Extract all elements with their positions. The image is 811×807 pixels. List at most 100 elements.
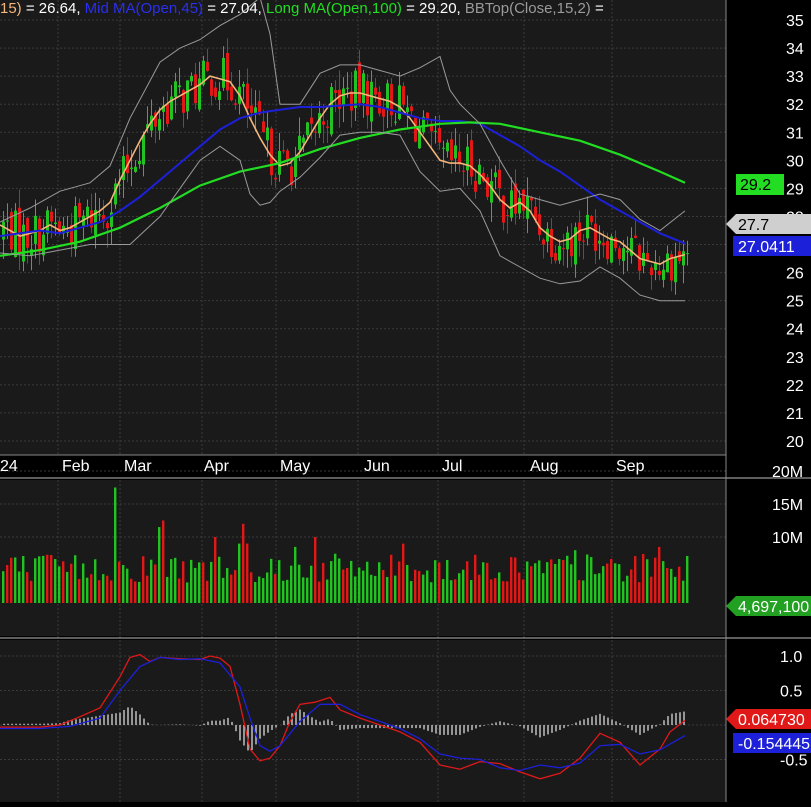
volume-bar bbox=[574, 550, 577, 603]
volume-bar bbox=[434, 560, 437, 603]
candle-body bbox=[6, 220, 9, 222]
candle-body bbox=[438, 128, 441, 143]
price-axis-label: 31 bbox=[786, 125, 804, 142]
volume-bar bbox=[226, 568, 229, 603]
candle-body bbox=[130, 167, 133, 170]
candle-body bbox=[330, 87, 333, 135]
volume-bar bbox=[682, 580, 685, 603]
mid-ma-label: Mid MA(Open,45) bbox=[84, 0, 204, 17]
long-ma-tag: 29.2 bbox=[736, 174, 784, 195]
macd-panel[interactable] bbox=[0, 640, 726, 802]
indicator-legend: 15) = 26.64, Mid MA(Open,45) = 27.04, Lo… bbox=[0, 0, 726, 18]
candle-body bbox=[194, 74, 197, 104]
volume-bar bbox=[26, 572, 29, 603]
candle-body bbox=[662, 269, 665, 280]
volume-bar bbox=[670, 568, 673, 603]
candle-body bbox=[314, 131, 317, 133]
volume-bar bbox=[230, 574, 233, 603]
volume-bar bbox=[94, 559, 97, 603]
candle-body bbox=[634, 235, 637, 238]
candle-body bbox=[106, 223, 109, 229]
candle-body bbox=[510, 190, 513, 218]
volume-bar bbox=[666, 568, 669, 603]
volume-bar bbox=[618, 564, 621, 603]
volume-bar bbox=[542, 573, 545, 603]
svg-text:-0.154445: -0.154445 bbox=[738, 736, 810, 753]
volume-bar bbox=[546, 562, 549, 603]
candle-body bbox=[582, 240, 585, 242]
volume-bar bbox=[282, 580, 285, 603]
volume-bar bbox=[22, 556, 25, 603]
candle-body bbox=[502, 195, 505, 223]
mid-ma-tag: 27.0411 bbox=[733, 236, 811, 256]
candle-body bbox=[626, 250, 629, 253]
volume-bar bbox=[594, 574, 597, 603]
candle-body bbox=[394, 121, 397, 123]
candle-body bbox=[622, 248, 625, 261]
candle-body bbox=[562, 248, 565, 250]
candle-body bbox=[358, 62, 361, 104]
candle-body bbox=[302, 137, 305, 143]
date-axis-label: Apr bbox=[204, 458, 230, 475]
volume-bar bbox=[494, 578, 497, 603]
candle-body bbox=[370, 81, 373, 122]
volume-bar bbox=[386, 576, 389, 603]
volume-bar bbox=[122, 565, 125, 603]
candle-body bbox=[602, 242, 605, 246]
volume-bar bbox=[318, 581, 321, 603]
candle-body bbox=[674, 256, 677, 283]
candle-body bbox=[474, 180, 477, 192]
volume-axis-label: 15M bbox=[772, 497, 803, 514]
volume-bar bbox=[470, 580, 473, 603]
volume-bar bbox=[598, 573, 601, 603]
volume-bar bbox=[6, 565, 9, 603]
stock-chart-window[interactable]: 2021222324252627282930313233343524FebMar… bbox=[0, 0, 811, 802]
volume-bar bbox=[442, 579, 445, 603]
candle-body bbox=[558, 245, 561, 261]
price-axis-label: 25 bbox=[786, 294, 804, 311]
volume-bar bbox=[310, 565, 313, 603]
volume-bar bbox=[678, 566, 681, 603]
candle-body bbox=[554, 253, 557, 261]
long-ma-label: Long MA(Open,100) bbox=[266, 0, 402, 17]
candle-body bbox=[406, 107, 409, 113]
volume-bar bbox=[462, 569, 465, 603]
volume-bar bbox=[354, 576, 357, 603]
candle-body bbox=[646, 253, 649, 261]
candle-body bbox=[246, 83, 249, 109]
volume-bar bbox=[646, 559, 649, 603]
price-axis-label: 34 bbox=[786, 41, 804, 58]
candle-body bbox=[34, 215, 37, 244]
short-ma-value: = 26.64, bbox=[21, 0, 85, 17]
volume-bar bbox=[350, 560, 353, 603]
volume-bar bbox=[306, 577, 309, 603]
volume-bar bbox=[362, 570, 365, 603]
volume-bar bbox=[198, 562, 201, 603]
candle-body bbox=[242, 84, 245, 87]
volume-bar bbox=[374, 575, 377, 603]
volume-bar bbox=[118, 561, 121, 603]
candle-body bbox=[350, 91, 353, 111]
candle-body bbox=[54, 222, 57, 225]
volume-bar bbox=[674, 576, 677, 603]
candle-body bbox=[566, 232, 569, 250]
bbtop-label: BBTop(Close,15,2) bbox=[464, 0, 591, 17]
volume-bar bbox=[586, 554, 589, 603]
volume-bar bbox=[530, 566, 533, 603]
volume-bar bbox=[30, 580, 33, 603]
volume-bar bbox=[174, 557, 177, 603]
macd-tag: 0.064730 bbox=[726, 709, 811, 729]
svg-text:29.2: 29.2 bbox=[740, 177, 771, 194]
volume-bar bbox=[610, 559, 613, 603]
candle-body bbox=[586, 214, 589, 239]
price-axis-label: 30 bbox=[786, 153, 804, 170]
price-axis-label: 20 bbox=[786, 434, 804, 451]
volume-bar bbox=[142, 556, 145, 603]
candle-body bbox=[666, 253, 669, 273]
volume-panel[interactable] bbox=[0, 480, 726, 636]
chart-canvas[interactable]: 2021222324252627282930313233343524FebMar… bbox=[0, 0, 811, 802]
price-axis-label: 24 bbox=[786, 322, 804, 339]
volume-bar bbox=[214, 537, 217, 603]
date-axis-label: 24 bbox=[0, 458, 18, 475]
price-axis-label: 29 bbox=[786, 181, 804, 198]
